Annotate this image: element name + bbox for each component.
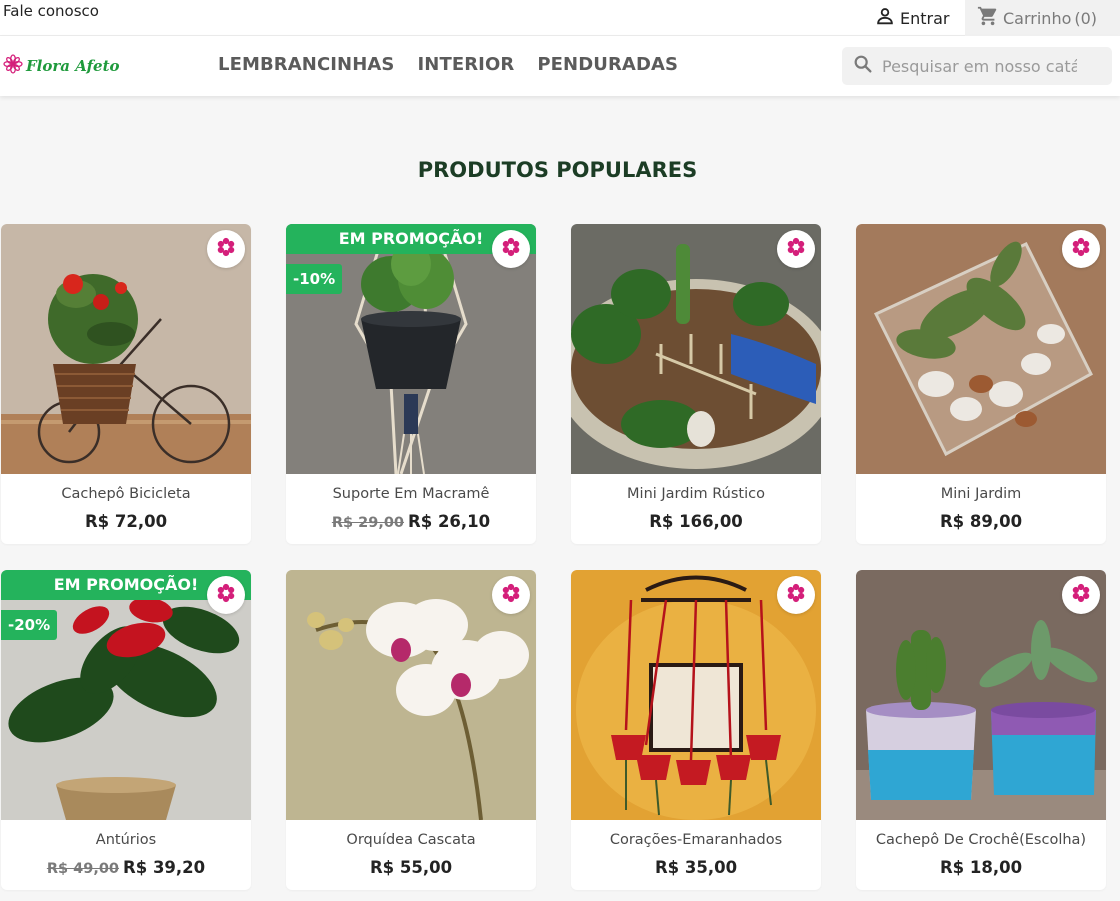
product-name[interactable]: Orquídea Cascata [286, 832, 536, 848]
cart-button[interactable]: Carrinho (0) [965, 0, 1120, 36]
flower-wishlist-icon [785, 582, 807, 608]
product-price-block: R$ 18,00 [856, 858, 1106, 877]
product-price: R$ 26,10 [408, 512, 491, 531]
product-name[interactable]: Cachepô De Crochê(Escolha) [856, 832, 1106, 848]
discount-badge: -10% [286, 264, 343, 294]
product-price-block: R$ 89,00 [856, 512, 1106, 531]
nav-penduradas[interactable]: PENDURADAS [537, 54, 678, 75]
wishlist-button[interactable] [777, 576, 815, 614]
product-old-price: R$ 49,00 [46, 861, 120, 877]
product-card[interactable]: Orquídea Cascata R$ 55,00 [286, 570, 536, 890]
wishlist-button[interactable] [207, 230, 245, 268]
wishlist-button[interactable] [492, 576, 530, 614]
product-price-block: R$ 49,00 R$ 39,20 [1, 858, 251, 877]
product-card[interactable]: EM PROMOÇÃO! -10% Suporte Em Macramê R$ … [286, 224, 536, 544]
search-input[interactable] [882, 56, 1077, 76]
flower-wishlist-icon [1070, 236, 1092, 262]
flower-logo-icon [3, 54, 23, 78]
product-name[interactable]: Cachepô Bicicleta [1, 486, 251, 502]
product-price: R$ 55,00 [369, 858, 453, 877]
nav-interior[interactable]: INTERIOR [417, 54, 514, 75]
product-name[interactable]: Mini Jardim [856, 486, 1106, 502]
product-card[interactable]: Mini Jardim R$ 89,00 [856, 224, 1106, 544]
flower-wishlist-icon [500, 582, 522, 608]
product-name[interactable]: Suporte Em Macramê [286, 486, 536, 502]
product-card[interactable]: Corações-Emaranhados R$ 35,00 [571, 570, 821, 890]
product-name[interactable]: Corações-Emaranhados [571, 832, 821, 848]
flower-wishlist-icon [215, 582, 237, 608]
section-title: PRODUTOS POPULARES [417, 158, 698, 182]
logo-text: Flora Afeto [26, 57, 120, 75]
login-label: Entrar [900, 8, 950, 28]
product-price-block: R$ 29,00 R$ 26,10 [286, 512, 536, 531]
product-price: R$ 72,00 [84, 512, 168, 531]
product-name[interactable]: Mini Jardim Rústico [571, 486, 821, 502]
product-price: R$ 35,00 [654, 858, 738, 877]
product-card[interactable]: Mini Jardim Rústico R$ 166,00 [571, 224, 821, 544]
logo[interactable]: Flora Afeto [3, 54, 120, 78]
search-box [842, 47, 1112, 85]
user-icon [874, 5, 896, 31]
top-bar: Fale conosco Entrar Carrinho (0) [0, 0, 1120, 36]
product-price-block: R$ 166,00 [571, 512, 821, 531]
product-price: R$ 18,00 [939, 858, 1023, 877]
product-price-block: R$ 72,00 [1, 512, 251, 531]
wishlist-button[interactable] [1062, 576, 1100, 614]
wishlist-button[interactable] [1062, 230, 1100, 268]
main-nav: LEMBRANCINHAS INTERIOR PENDURADAS [218, 54, 678, 75]
contact-link[interactable]: Fale conosco [3, 2, 99, 20]
product-price-block: R$ 35,00 [571, 858, 821, 877]
cart-label: Carrinho [1003, 8, 1072, 28]
flower-wishlist-icon [1070, 582, 1092, 608]
cart-count: (0) [1074, 8, 1098, 28]
flower-wishlist-icon [215, 236, 237, 262]
product-price-block: R$ 55,00 [286, 858, 536, 877]
product-name[interactable]: Antúrios [1, 832, 251, 848]
cart-icon [977, 5, 999, 31]
product-card[interactable]: EM PROMOÇÃO! -20% Antúrios R$ 49,00 R$ 39… [1, 570, 251, 890]
flower-wishlist-icon [500, 236, 522, 262]
search-icon[interactable] [852, 53, 874, 79]
login-button[interactable]: Entrar [874, 0, 964, 36]
product-card[interactable]: Cachepô Bicicleta R$ 72,00 [1, 224, 251, 544]
main-header: Flora Afeto LEMBRANCINHAS INTERIOR PENDU… [0, 36, 1120, 96]
wishlist-button[interactable] [777, 230, 815, 268]
discount-badge: -20% [1, 610, 58, 640]
nav-lembrancinhas[interactable]: LEMBRANCINHAS [218, 54, 394, 75]
product-old-price: R$ 29,00 [331, 515, 405, 531]
flower-wishlist-icon [785, 236, 807, 262]
product-price: R$ 39,20 [123, 858, 206, 877]
product-price: R$ 89,00 [939, 512, 1023, 531]
wishlist-button[interactable] [207, 576, 245, 614]
product-card[interactable]: Cachepô De Crochê(Escolha) R$ 18,00 [856, 570, 1106, 890]
wishlist-button[interactable] [492, 230, 530, 268]
product-price: R$ 166,00 [649, 512, 743, 531]
